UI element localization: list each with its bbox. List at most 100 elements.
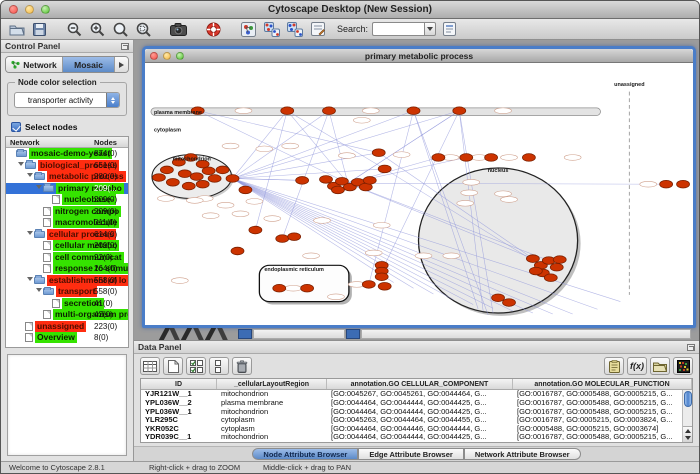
network-node[interactable] (362, 281, 375, 289)
tree-row[interactable]: primary metabo209(... (6, 183, 128, 195)
report-button[interactable] (604, 357, 624, 375)
table-cell[interactable]: cytoplasm (217, 416, 327, 425)
annotation-button[interactable] (308, 21, 327, 38)
expander-icon[interactable] (27, 171, 34, 183)
tab-node-attribute-browser[interactable]: Node Attribute Browser (252, 448, 358, 460)
network-node[interactable] (323, 107, 336, 115)
network-node[interactable] (160, 166, 173, 174)
table-row[interactable]: YLR295Ccytoplasm[GO:0045263, GO:0044464,… (141, 416, 692, 425)
network-node[interactable] (190, 173, 203, 181)
network-node[interactable] (216, 166, 229, 174)
tree-row[interactable]: response to stimulu264(0) (6, 263, 128, 275)
snapshot-button[interactable] (169, 21, 188, 38)
zoom-out-button[interactable] (65, 21, 84, 38)
table-cell[interactable]: [GO:0044464, GO:0044444, GO:0044425, G..… (327, 433, 513, 442)
network-node[interactable] (231, 247, 244, 255)
network-node[interactable] (485, 154, 498, 162)
network-node[interactable] (273, 284, 286, 292)
table-cell[interactable]: YPL036W__1 (141, 408, 217, 417)
column-header[interactable]: annotation.GO MOLECULAR_FUNCTION (513, 379, 692, 389)
network-node[interactable] (378, 282, 391, 290)
unselect-attributes-button[interactable] (209, 357, 229, 375)
node-color-dropdown[interactable]: transporter activity (14, 92, 120, 108)
table-cell[interactable]: [GO:0005488, GO:0005215, GO:0003674] (513, 425, 692, 434)
table-scrollbar[interactable] (682, 390, 692, 442)
network-node[interactable] (492, 294, 505, 302)
network-node[interactable] (208, 175, 221, 183)
tree-row[interactable]: nitrogen compo209(0) (6, 206, 128, 218)
network-edge[interactable] (233, 111, 460, 179)
app-titlebar[interactable]: Cytoscape Desktop (New Session) (1, 1, 699, 19)
table-row[interactable]: YJR121W__1mitochondrion[GO:0045267, GO:0… (141, 390, 692, 399)
table-cell[interactable]: [GO:0016787, GO:0005488, GO:0005215, G..… (513, 399, 692, 408)
network-edge[interactable] (233, 169, 385, 179)
table-row[interactable]: YPL036W__1mitochondrion[GO:0044464, GO:0… (141, 408, 692, 417)
open-session-button[interactable] (7, 21, 26, 38)
column-header[interactable]: ID (141, 379, 217, 389)
network-node[interactable] (677, 180, 690, 188)
tree-row[interactable]: cell communicat22(0) (6, 252, 128, 264)
table-cell[interactable]: [GO:0045267, GO:0045261, GO:0044464, G..… (327, 390, 513, 399)
network-node[interactable] (331, 186, 344, 194)
table-row[interactable]: YPL036W__2plasma membrane[GO:0044464, GO… (141, 399, 692, 408)
more-tabs-button[interactable] (115, 57, 128, 72)
network-node[interactable] (553, 256, 566, 264)
network-edge[interactable] (369, 111, 414, 285)
table-cell[interactable]: [GO:0016787, GO:0005488, GO:0005215, G..… (513, 390, 692, 399)
network-node[interactable] (152, 174, 165, 182)
tree-row[interactable]: Overview8(0) (6, 332, 128, 344)
network-node[interactable] (182, 182, 195, 190)
tree-row[interactable]: mosaic-demo-yeast874(0) (6, 148, 128, 160)
zoom-fit-button[interactable] (134, 21, 153, 38)
new-attribute-button[interactable] (163, 357, 183, 375)
birds-eye-view[interactable] (7, 354, 127, 456)
network-edge[interactable] (233, 178, 303, 180)
delete-attribute-button[interactable] (232, 357, 252, 375)
matrix-view-button[interactable] (673, 357, 693, 375)
table-cell[interactable]: YDR039C__1 (141, 433, 217, 442)
tab-mosaic[interactable]: Mosaic (63, 57, 115, 72)
search-input[interactable] (372, 22, 424, 36)
table-cell[interactable]: [GO:0044464, GO:0044444, GO:0044425, G..… (327, 399, 513, 408)
expander-icon[interactable] (36, 183, 43, 195)
network-node[interactable] (202, 167, 215, 175)
network-node[interactable] (407, 107, 420, 115)
vizmapper-button[interactable] (239, 21, 258, 38)
table-cell[interactable]: YPL036W__2 (141, 399, 217, 408)
tab-network[interactable]: Network (6, 57, 63, 72)
table-cell[interactable]: YLR295C (141, 416, 217, 425)
tree-row[interactable]: biological_process651(0) (6, 160, 128, 172)
table-cell[interactable]: [GO:0044464, GO:0044444, GO:0044425, G..… (327, 408, 513, 417)
table-cell[interactable]: mitochondrion (217, 390, 327, 399)
tree-row[interactable]: secretion41(0) (6, 298, 128, 310)
network-node[interactable] (296, 177, 309, 185)
float-panel-icon[interactable] (121, 43, 129, 50)
network-node[interactable] (363, 177, 376, 185)
tree-row[interactable]: unassigned223(0) (6, 321, 128, 333)
attribute-table-button[interactable] (140, 357, 160, 375)
tree-row[interactable]: nucleobase-209(0) (6, 194, 128, 206)
expander-icon[interactable] (18, 160, 25, 172)
network-node[interactable] (372, 149, 385, 157)
network-node[interactable] (249, 226, 262, 234)
tree-row[interactable]: macromolecule311(0) (6, 217, 128, 229)
table-cell[interactable]: mitochondrion (217, 408, 327, 417)
column-header[interactable]: _cellularLayoutRegion (217, 379, 327, 389)
network-view[interactable]: plasma membranecytoplasmmitochondrionnuc… (145, 63, 693, 325)
import-attributes-button[interactable] (650, 357, 670, 375)
table-cell[interactable]: [GO:0016787, GO:0005488, GO:0005215, G..… (513, 408, 692, 417)
float-panel-icon[interactable] (687, 344, 695, 351)
expander-icon[interactable] (27, 229, 34, 241)
search-config-button[interactable] (440, 21, 459, 38)
table-cell[interactable]: plasma membrane (217, 399, 327, 408)
table-cell[interactable]: YJR121W__1 (141, 390, 217, 399)
tree-row[interactable]: establishment of lo558(0) (6, 275, 128, 287)
network-node[interactable] (166, 178, 179, 186)
table-cell[interactable]: cytoplasm (217, 425, 327, 434)
network-node[interactable] (281, 107, 294, 115)
network-node[interactable] (288, 233, 301, 241)
network-node[interactable] (529, 267, 542, 275)
network-node[interactable] (178, 170, 191, 178)
network-node[interactable] (196, 180, 209, 188)
table-cell[interactable]: [GO:0044464, GO:0044446, GO:0044444, G..… (327, 425, 513, 434)
